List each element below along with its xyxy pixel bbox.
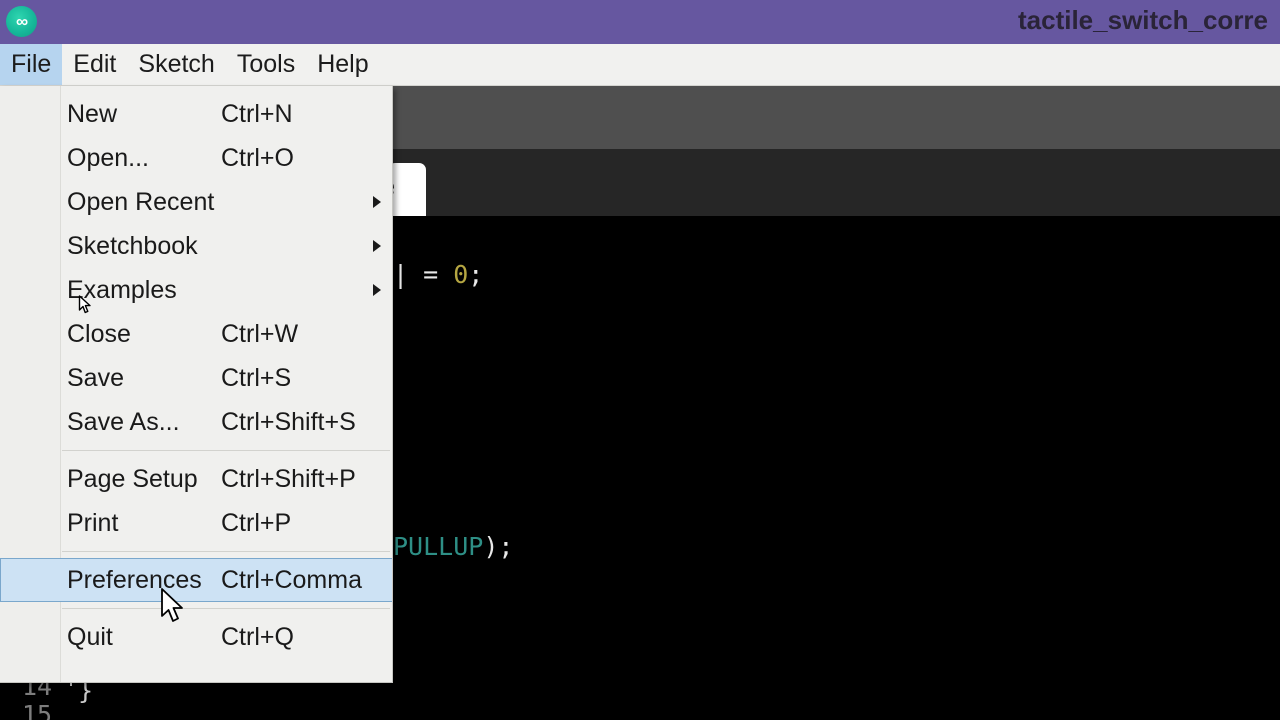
menu-item-label: Quit [67, 622, 113, 651]
menu-item-preferences[interactable]: Preferences Ctrl+Comma [0, 558, 392, 602]
menu-item-shortcut: Ctrl+Q [221, 622, 294, 651]
submenu-arrow-icon [373, 284, 381, 296]
submenu-arrow-icon [373, 240, 381, 252]
menu-item-label: New [67, 99, 118, 128]
file-menu-popup: New Ctrl+N Open... Ctrl+O Open Recent Sketchb… [0, 86, 393, 683]
code-line: | = 0; [393, 262, 483, 287]
menu-item-shortcut: Ctrl+Shift+P [221, 464, 356, 493]
menu-separator [0, 602, 392, 615]
mouse-cursor-arrow-small [78, 295, 91, 314]
sketch-tab[interactable]: e [388, 163, 426, 216]
code-token: PULLUP [393, 532, 484, 561]
editor-line-number: 15 [22, 700, 53, 720]
menu-item-save[interactable]: Save Ctrl+S [0, 356, 392, 400]
menubar-item-edit[interactable]: Edit [62, 44, 127, 85]
menu-item-shortcut: Ctrl+Comma [221, 565, 362, 594]
menubar-item-sketch[interactable]: Sketch [127, 44, 225, 85]
menubar-item-help[interactable]: Help [306, 44, 379, 85]
menu-item-label: Save As... [67, 407, 180, 436]
menu-item-save-as[interactable]: Save As... Ctrl+Shift+S [0, 400, 392, 444]
menubar-item-label: Edit [73, 50, 117, 78]
menubar-item-label: File [11, 50, 52, 78]
menu-item-label: Sketchbook [67, 231, 198, 260]
menu-item-close[interactable]: Close Ctrl+W [0, 312, 392, 356]
code-token: | = [393, 260, 454, 289]
menu-item-shortcut: Ctrl+W [221, 319, 299, 348]
menu-item-quit[interactable]: Quit Ctrl+Q [0, 615, 392, 659]
arduino-infinity-logo-icon: ∞ [6, 6, 37, 37]
code-token: ; [468, 260, 484, 289]
menu-item-open[interactable]: Open... Ctrl+O [0, 136, 392, 180]
menu-item-sketchbook[interactable]: Sketchbook [0, 224, 392, 268]
menu-item-label: Save [67, 363, 124, 392]
menubar-item-label: Help [317, 50, 369, 78]
code-token: ); [483, 532, 514, 561]
menu-item-shortcut: Ctrl+N [221, 99, 293, 128]
menu-item-shortcut: Ctrl+Shift+S [221, 407, 356, 436]
menu-item-shortcut: Ctrl+S [221, 363, 292, 392]
menubar-item-file[interactable]: File [0, 44, 63, 85]
menu-item-examples[interactable]: Examples [0, 268, 392, 312]
menu-separator [0, 545, 392, 558]
menu-item-label: Page Setup [67, 464, 198, 493]
infinity-glyph: ∞ [15, 12, 28, 31]
menu-bar: File Edit Sketch Tools Help [0, 44, 1280, 86]
submenu-arrow-icon [373, 196, 381, 208]
menu-item-label: Open... [67, 143, 149, 172]
menubar-item-label: Sketch [138, 50, 215, 78]
menu-item-print[interactable]: Print Ctrl+P [0, 501, 392, 545]
window-title: tactile_switch_corre [1018, 5, 1269, 35]
menu-item-shortcut: Ctrl+O [221, 143, 294, 172]
code-token: 0 [453, 260, 469, 289]
menu-item-new[interactable]: New Ctrl+N [0, 92, 392, 136]
menu-item-label: Print [67, 508, 119, 537]
menu-separator [0, 444, 392, 457]
menu-item-open-recent[interactable]: Open Recent [0, 180, 392, 224]
menu-item-page-setup[interactable]: Page Setup Ctrl+Shift+P [0, 457, 392, 501]
menu-item-label: Close [67, 319, 131, 348]
window-titlebar: ∞ tactile_switch_corre [0, 0, 1280, 44]
code-line: PULLUP); [393, 534, 513, 559]
menu-item-shortcut: Ctrl+P [221, 508, 292, 537]
menubar-item-label: Tools [236, 50, 296, 78]
mouse-cursor-arrow [161, 588, 183, 622]
arduino-ide-window: ∞ tactile_switch_corre File Edit Sketch Too… [0, 0, 1280, 720]
menubar-item-tools[interactable]: Tools [226, 44, 306, 85]
menu-item-label: Open Recent [67, 187, 215, 216]
